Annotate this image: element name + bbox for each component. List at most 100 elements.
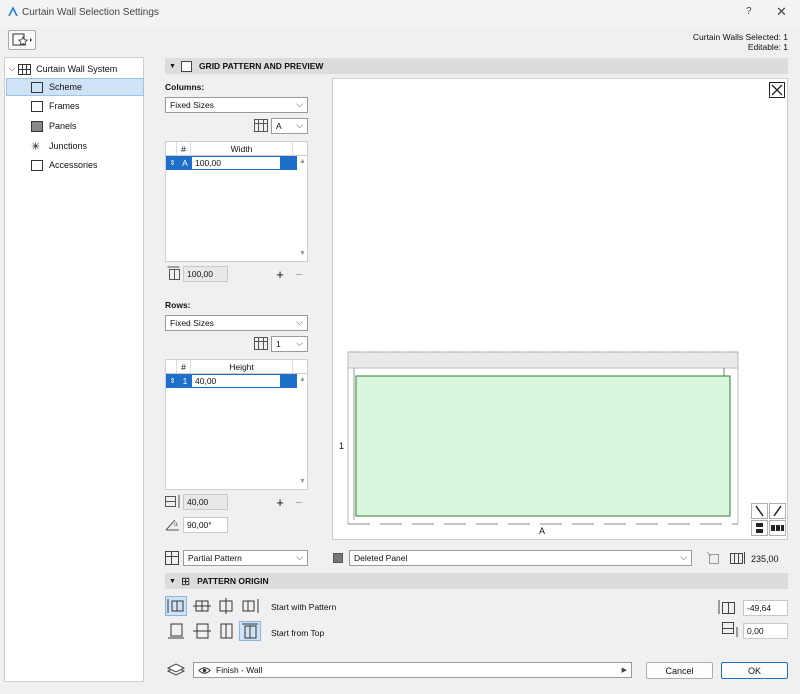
panels-icon [31,120,43,132]
chevron-down-icon: ⌵ [296,120,303,130]
reorder-handle-icon[interactable]: ⇕ [167,157,178,169]
pattern-origin-icon: ⊞ [180,575,191,588]
layer-select[interactable]: Finish - Wall ▶ [193,662,632,678]
ok-button[interactable]: OK [721,662,788,679]
curtain-wall-drawing [347,351,739,525]
add-column-button[interactable]: + [273,267,287,281]
title-bar: Curtain Wall Selection Settings ? ✕ [0,0,800,26]
rows-table: # Height ⇕ 1 40,00 ▲ ▼ [165,359,308,490]
angle-input[interactable]: 90,00° [183,517,228,533]
row-grid-icon [254,337,268,350]
total-width-field: 100,00 [183,266,228,282]
help-button[interactable]: ? [746,6,752,17]
origin-vertical-top-button[interactable] [239,621,261,641]
scroll-up-icon[interactable]: ▲ [299,158,306,165]
favorites-button[interactable] [8,30,36,50]
rows-mode-value: Fixed Sizes [170,318,214,328]
rows-header-height: Height [191,360,293,373]
column-selector[interactable]: A ⌵ [271,118,308,134]
header-spacer [166,142,177,155]
layer-stack-icon [166,663,186,676]
columns-mode-value: Fixed Sizes [170,100,214,110]
pattern-mode-value: Partial Pattern [188,553,242,563]
remove-column-button[interactable]: − [292,267,306,281]
vertical-layout-icon[interactable] [751,520,768,536]
row-id: A [178,157,192,169]
total-height-icon [165,495,180,508]
origin-start-end-button[interactable] [239,596,261,616]
tree-item-label: Scheme [49,82,83,92]
columns-header-width: Width [191,142,293,155]
panel-state-select[interactable]: Deleted Panel ⌵ [349,550,692,566]
total-width-icon [167,266,180,280]
row-id: 1 [178,375,192,387]
collapse-triangle-icon: ▼ [169,62,176,70]
table-row[interactable]: ⇕ A 100,00 [166,156,297,170]
tree-item-scheme[interactable]: Scheme [6,78,144,96]
height-input[interactable]: 40,00 [192,375,280,387]
start-from-top-label: Start from Top [271,628,325,638]
selection-info: Curtain Walls Selected: 1 Editable: 1 [693,32,788,52]
tree-root-label: Curtain Wall System [36,64,118,74]
chevron-down-icon: ⌵ [296,338,303,348]
grid-pattern-title: GRID PATTERN AND PREVIEW [198,61,324,71]
pattern-preview: 1 A [332,78,788,540]
pattern-length-value: 235,00 [751,554,779,564]
offset-y-input[interactable]: 0,00 [743,623,788,639]
origin-start-middle-button[interactable] [215,596,237,616]
tree-item-label: Junctions [49,141,88,151]
panel-settings-icon[interactable] [706,551,720,565]
slope-right-icon[interactable] [769,503,786,519]
columns-table: # Width ⇕ A 100,00 ▲ ▼ [165,141,308,262]
rows-mode-select[interactable]: Fixed Sizes ⌵ [165,315,308,331]
column-selector-value: A [276,121,282,131]
origin-vertical-bottom-button[interactable] [165,621,187,641]
tree-item-label: Frames [49,101,80,111]
eye-icon [198,666,211,674]
rows-label: Rows: [165,300,191,310]
rows-header-num: # [177,360,191,373]
pattern-origin-header[interactable]: ▼ ⊞ PATTERN ORIGIN [165,573,788,589]
preview-view-buttons [751,503,787,537]
reorder-handle-icon[interactable]: ⇕ [167,375,178,387]
tree-root-curtain-wall-system[interactable]: ⌵ Curtain Wall System [9,60,147,78]
tree-item-junctions[interactable]: ✳ Junctions [6,137,144,155]
tree-item-label: Accessories [49,160,98,170]
remove-row-button[interactable]: − [292,495,306,509]
preview-row-label: 1 [339,441,345,451]
add-row-button[interactable]: + [273,495,287,509]
favorites-star-icon [12,33,32,46]
columns-mode-select[interactable]: Fixed Sizes ⌵ [165,97,308,113]
header-spacer [166,360,177,373]
start-with-pattern-label: Start with Pattern [271,602,337,612]
origin-vertical-center-button[interactable] [191,621,213,641]
scroll-up-icon[interactable]: ▲ [299,376,306,383]
tree-item-accessories[interactable]: Accessories [6,156,144,174]
frames-icon [31,100,43,112]
layer-value: Finish - Wall [216,665,263,675]
origin-start-center-button[interactable] [191,596,213,616]
origin-vertical-middle-button[interactable] [215,621,237,641]
offset-x-input[interactable]: -49,64 [743,600,788,616]
grid-pattern-header[interactable]: ▼ GRID PATTERN AND PREVIEW [165,58,788,74]
width-input[interactable]: 100,00 [192,157,280,169]
cancel-button[interactable]: Cancel [646,662,713,679]
close-button[interactable]: ✕ [776,4,787,20]
horizontal-layout-icon[interactable] [769,520,786,536]
offset-x-icon [718,600,735,614]
table-row[interactable]: ⇕ 1 40,00 [166,374,297,388]
settings-tree: ⌵ Curtain Wall System Scheme Frames Pane… [4,57,144,682]
close-preview-icon[interactable] [769,82,785,98]
tree-item-frames[interactable]: Frames [6,97,144,115]
scroll-down-icon[interactable]: ▼ [299,250,306,257]
offset-y-icon [722,622,738,637]
tree-item-panels[interactable]: Panels [6,117,144,135]
origin-start-pattern-button[interactable] [165,596,187,616]
row-selector[interactable]: 1 ⌵ [271,336,308,352]
row-selector-value: 1 [276,339,281,349]
partial-pattern-icon [165,551,179,565]
slope-left-icon[interactable] [751,503,768,519]
pattern-mode-select[interactable]: Partial Pattern ⌵ [183,550,308,566]
scroll-down-icon[interactable]: ▼ [299,478,306,485]
window-title: Curtain Wall Selection Settings [22,7,159,18]
